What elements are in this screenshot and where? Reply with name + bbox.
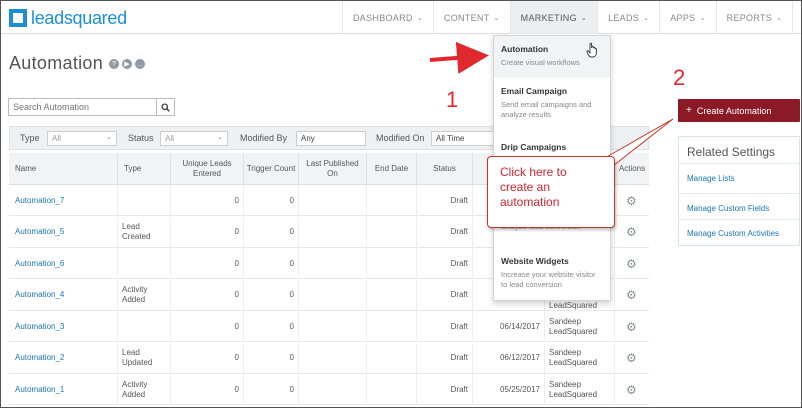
- create-automation-label: Create Automation: [696, 105, 772, 116]
- step-two-label: 2: [673, 65, 686, 90]
- tooltip-callout: Click here to create an automation: [487, 156, 615, 228]
- annotation-overlay: [429, 41, 674, 170]
- callout-text: Click here to create an automation: [500, 165, 567, 209]
- create-automation-button[interactable]: + Create Automation: [678, 99, 800, 122]
- annotation-arrow: [429, 41, 489, 74]
- plus-icon: +: [686, 105, 692, 116]
- app-window: leadsquared DASHBOARD ⌄ CONTENT ⌄ MARKET…: [0, 0, 802, 408]
- step-one-label: 1: [446, 87, 459, 112]
